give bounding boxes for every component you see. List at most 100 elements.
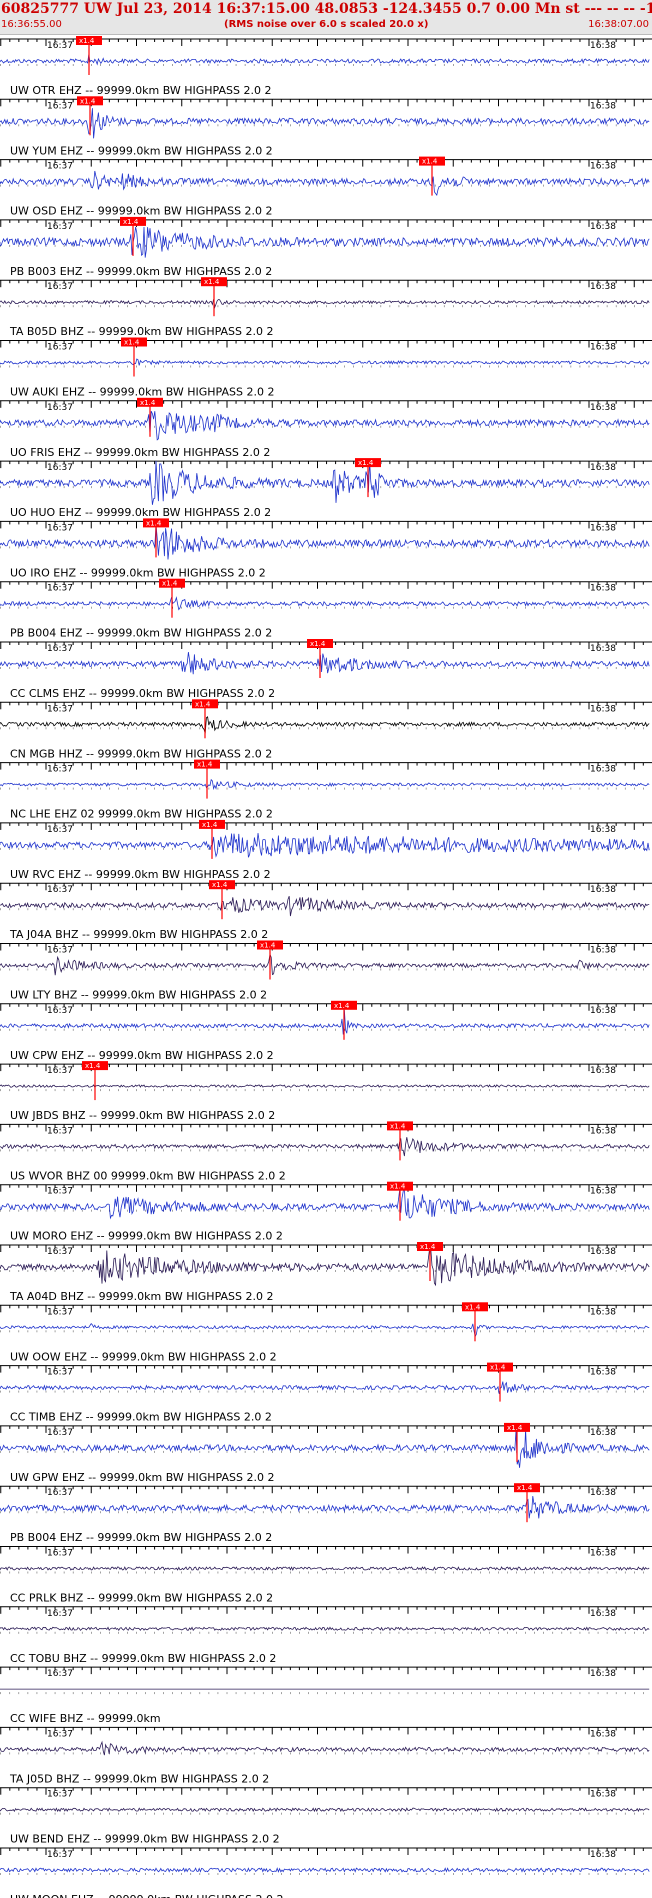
trace-row: 16:37 16:38 x1.4 UW OSD EHZ -- 99999.0km BW… (0, 156, 652, 218)
pick-label: x1.4 (465, 1303, 481, 1311)
pick-label: x1.4 (212, 881, 228, 889)
trace-label: UW OSD EHZ -- 99999.0km BW HIGHPASS 2.0 … (10, 205, 273, 218)
trace-row: 16:37 16:38 x1.4 UW JBDS BHZ -- 99999.0km B… (0, 1061, 652, 1122)
waveform (0, 1740, 650, 1756)
trace-label: UW CPW EHZ -- 99999.0km BW HIGHPASS 2.0 … (10, 1049, 274, 1062)
pick-label: x1.4 (79, 37, 95, 45)
trace-label: UW MOON EHZ -- 99999.0km BW HIGHPASS 2.0… (10, 1893, 283, 1898)
trace-label: CC TIMB EHZ -- 99999.0km BW HIGHPASS 2.0… (10, 1411, 272, 1424)
tick-label: 16:37 (47, 162, 73, 172)
trace-row: 16:37 16:38 x1.4 UW OOW EHZ -- 99999.0km BW… (0, 1302, 652, 1363)
pick-label: x1.4 (310, 640, 326, 648)
trace-label: UW LTY BHZ -- 99999.0km BW HIGHPASS 2.0 … (10, 989, 267, 1002)
tick-label: 16:38 (590, 1790, 616, 1800)
plot-header: 60825777 UW Jul 23, 2014 16:37:15.00 48.… (0, 0, 652, 35)
waveform (0, 596, 650, 611)
tick-label: 16:38 (590, 885, 616, 895)
tick-label: 16:38 (590, 1006, 616, 1016)
pick-label: x1.4 (358, 459, 374, 467)
trace-row: 16:37 16:38 x1.4 UW MORO EHZ -- 99999.0km B… (0, 1181, 652, 1243)
pick-label: x1.4 (85, 1062, 101, 1070)
tick-label: 16:37 (47, 1549, 73, 1559)
tick-label: 16:37 (47, 222, 73, 232)
tick-label: 16:38 (590, 1669, 616, 1679)
waveform (0, 1495, 650, 1519)
tick-label: 16:37 (47, 885, 73, 895)
trace-row: 16:37 16:38 x1.4 UO HUO EHZ -- 99999.0km BW… (0, 458, 652, 519)
tick-label: 16:38 (590, 765, 616, 775)
waveform (0, 952, 650, 976)
pick-label: x1.4 (260, 942, 276, 950)
waveform (0, 1867, 650, 1873)
trace-label: UO FRIS EHZ -- 99999.0km BW HIGHPASS 2.0… (10, 446, 270, 459)
trace-label: PB B004 EHZ -- 99999.0km BW HIGHPASS 2.0… (10, 1531, 272, 1544)
pick-label: x1.4 (124, 339, 140, 347)
tick-label: 16:38 (590, 825, 616, 835)
trace-row: 16:37 16:38 x1.4 CC TIMB EHZ -- 99999.0km B… (0, 1362, 652, 1424)
trace-label: PB B004 EHZ -- 99999.0km BW HIGHPASS 2.0… (10, 627, 272, 640)
tick-label: 16:37 (47, 523, 73, 533)
waveform (0, 411, 650, 441)
trace-label: UW AUKI EHZ -- 99999.0km BW HIGHPASS 2.0… (10, 386, 274, 399)
tick-label: 16:38 (590, 41, 616, 51)
pick-label: x1.4 (517, 1484, 533, 1492)
trace-row: 16:37 16:38 x1.4 TA B05D BHZ -- 99999.0km B… (0, 277, 652, 338)
pick-label: x1.4 (204, 278, 220, 286)
trace-row: 16:37 16:38 UW MOON EHZ -- 99999.0km BW HI… (0, 1847, 652, 1898)
trace-label: TA A04D BHZ -- 99999.0km BW HIGHPASS 2.0… (9, 1290, 273, 1303)
waveform (0, 54, 650, 66)
tick-label: 16:37 (47, 41, 73, 51)
waveform (0, 716, 650, 734)
trace-row: 16:37 16:38 x1.4 CN MGB HHZ -- 99999.0km BW… (0, 699, 652, 760)
trace-row: 16:37 16:38 UW BEND EHZ -- 99999.0km BW HI… (0, 1787, 652, 1846)
trace-label: TA J05D BHZ -- 99999.0km BW HIGHPASS 2.0… (9, 1772, 269, 1785)
trace-label: CN MGB HHZ -- 99999.0km BW HIGHPASS 2.0 … (10, 747, 272, 760)
trace-row: 16:37 16:38 x1.4 UW GPW EHZ -- 99999.0km BW… (0, 1422, 652, 1484)
trace-row: 16:37 16:38 x1.4 CC CLMS EHZ -- 99999.0km B… (0, 639, 652, 700)
tick-label: 16:38 (590, 222, 616, 232)
waveform (0, 1807, 650, 1813)
waveform (0, 1626, 650, 1632)
tick-label: 16:38 (590, 1850, 616, 1860)
start-time: 16:36:55.00 (1, 19, 62, 30)
trace-row: 16:37 16:38 x1.4 UO IRO EHZ -- 99999.0km BW… (0, 518, 652, 579)
trace-row: 16:37 16:38 x1.4 PB B004 EHZ -- 99999.0km B… (0, 1483, 652, 1544)
pick-label: x1.4 (146, 519, 162, 527)
trace-label: UO IRO EHZ -- 99999.0km BW HIGHPASS 2.0 … (10, 566, 266, 579)
pick-label: x1.4 (390, 1122, 406, 1130)
trace-row: 16:37 16:38 x1.4 UW AUKI EHZ -- 99999.0km B… (0, 337, 652, 399)
trace-label: UW MORO EHZ -- 99999.0km BW HIGHPASS 2.0… (10, 1230, 283, 1243)
tick-label: 16:37 (47, 584, 73, 594)
waveform (0, 299, 650, 309)
waveform (0, 1381, 650, 1394)
waveform (0, 108, 650, 139)
trace-row: 16:37 16:38 CC PRLK BHZ -- 99999.0km BW HI… (0, 1546, 652, 1605)
trace-label: TA J04A BHZ -- 99999.0km BW HIGHPASS 2.0… (9, 928, 268, 941)
trace-row: 16:37 16:38 x1.4 UW CPW EHZ -- 99999.0km BW… (0, 1000, 652, 1062)
trace-row: 16:37 16:38 x1.4 PB B003 EHZ -- 99999.0km B… (0, 216, 652, 278)
trace-row: 16:37 16:38 x1.4 US WVOR BHZ 00 99999.0km B… (0, 1121, 652, 1182)
trace-label: UW OOW EHZ -- 99999.0km BW HIGHPASS 2.0 … (10, 1350, 277, 1363)
pick-label: x1.4 (80, 97, 96, 105)
tick-label: 16:38 (590, 1428, 616, 1438)
tick-label: 16:38 (590, 403, 616, 413)
tick-label: 16:37 (47, 1368, 73, 1378)
trace-label: UW YUM EHZ -- 99999.0km BW HIGHPASS 2.0 … (10, 144, 273, 157)
waveform (0, 524, 650, 560)
waveform (0, 460, 650, 505)
trace-label: UW RVC EHZ -- 99999.0km BW HIGHPASS 2.0 … (10, 868, 271, 881)
tick-label: 16:37 (47, 403, 73, 413)
trace-row: 16:37 16:38 CC TOBU BHZ -- 99999.0km BW HI… (0, 1606, 652, 1665)
waveform (0, 226, 650, 258)
tick-label: 16:38 (590, 463, 616, 473)
trace-row: 16:37 16:38 x1.4 UW LTY BHZ -- 99999.0km BW… (0, 940, 652, 1002)
pick-label: x1.4 (140, 399, 156, 407)
tick-label: 16:38 (590, 1066, 616, 1076)
pick-label: x1.4 (507, 1424, 523, 1432)
tick-label: 16:38 (590, 101, 616, 111)
trace-label: NC LHE EHZ 02 99999.0km BW HIGHPASS 2.0 … (10, 808, 273, 821)
tick-label: 16:38 (590, 1368, 616, 1378)
tick-label: 16:37 (47, 1006, 73, 1016)
tick-label: 16:38 (590, 1488, 616, 1498)
trace-label: TA B05D BHZ -- 99999.0km BW HIGHPASS 2.0… (9, 325, 274, 338)
